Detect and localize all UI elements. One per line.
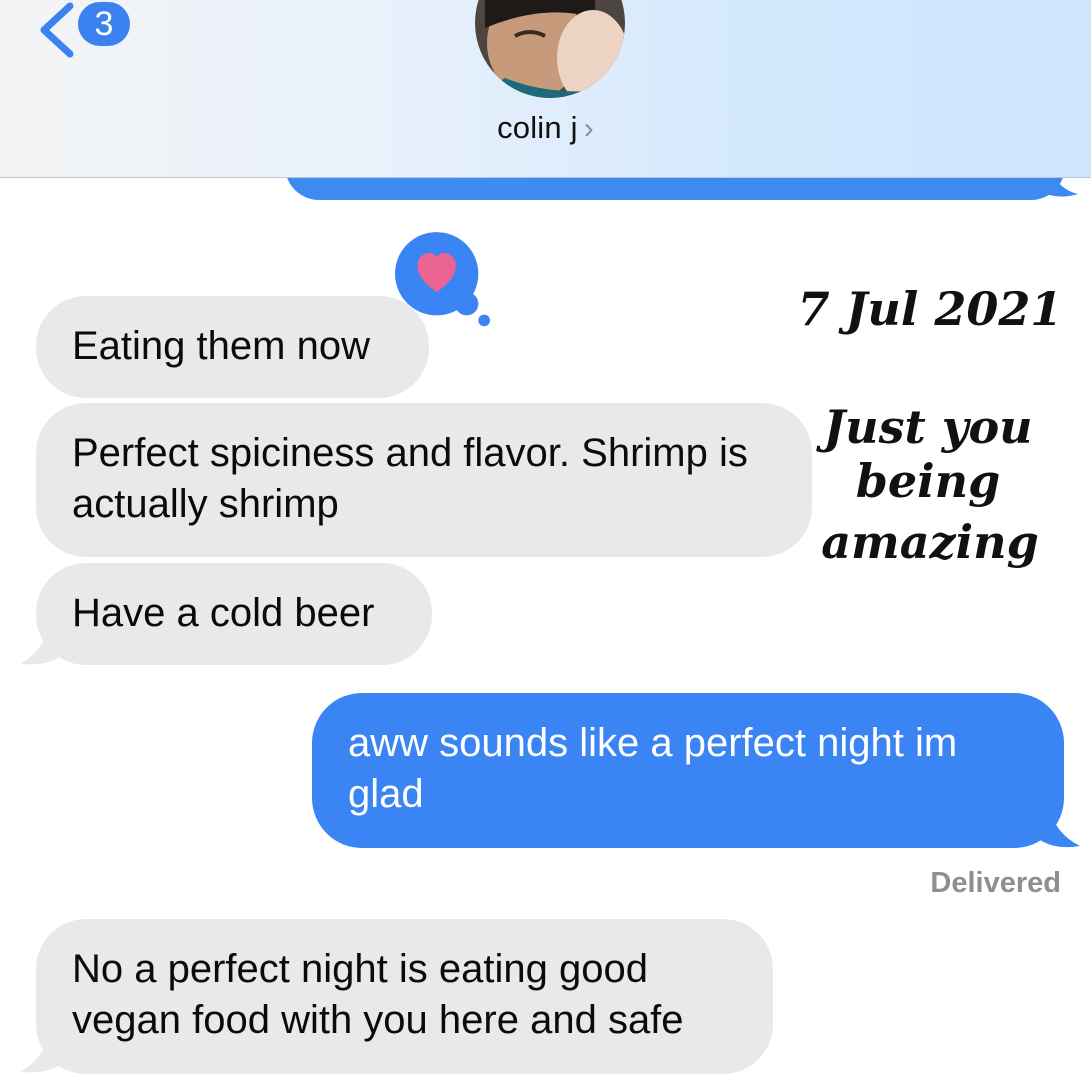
chevron-left-icon bbox=[40, 2, 74, 58]
unread-count-badge: 3 bbox=[78, 2, 130, 46]
overlay-date: 7 Jul 2021 bbox=[797, 282, 1063, 336]
bubble-tail bbox=[20, 1036, 58, 1073]
message-bubble-outgoing[interactable]: aww sounds like a perfect night im glad bbox=[312, 693, 1064, 848]
overlay-caption-line1: Just you being bbox=[823, 400, 1033, 508]
message-bubble-incoming[interactable]: Have a cold beer bbox=[36, 563, 432, 665]
contact-name: colin j bbox=[497, 110, 578, 145]
message-bubble-incoming[interactable]: Perfect spiciness and flavor. Shrimp is … bbox=[36, 403, 812, 557]
overlay-caption-line2: amazing bbox=[821, 515, 1039, 569]
message-text: Eating them now bbox=[72, 324, 370, 368]
message-text: Perfect spiciness and flavor. Shrimp is … bbox=[72, 431, 748, 526]
bubble-tail bbox=[20, 628, 58, 665]
contact-name-row[interactable]: colin j › bbox=[0, 110, 1091, 146]
message-text: No a perfect night is eating good vegan … bbox=[72, 947, 684, 1042]
conversation-header: 3 colin j › bbox=[0, 0, 1091, 178]
chevron-right-icon: › bbox=[583, 112, 594, 145]
bubble-tail bbox=[1040, 810, 1080, 848]
avatar[interactable] bbox=[475, 0, 625, 98]
message-bubble-incoming[interactable]: No a perfect night is eating good vegan … bbox=[36, 919, 773, 1074]
message-text: aww sounds like a perfect night im glad bbox=[348, 721, 958, 816]
message-bubble-incoming[interactable]: Eating them now bbox=[36, 296, 429, 398]
back-button[interactable]: 3 bbox=[36, 2, 136, 62]
message-text: Have a cold beer bbox=[72, 591, 375, 635]
delivered-status: Delivered bbox=[930, 867, 1061, 899]
